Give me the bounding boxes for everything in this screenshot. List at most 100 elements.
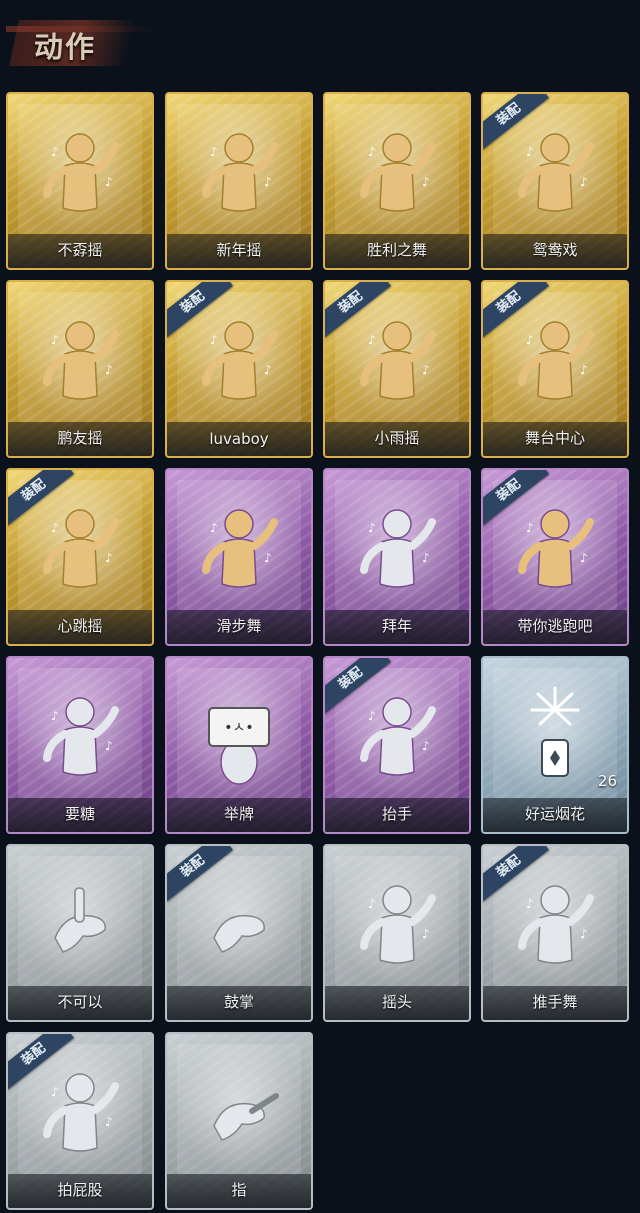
dance-figure-icon: ♪ ♪ xyxy=(510,492,600,602)
svg-text:♪: ♪ xyxy=(580,927,588,941)
svg-text:♪: ♪ xyxy=(264,551,272,565)
firework-icon xyxy=(510,680,600,790)
svg-text:♪: ♪ xyxy=(526,521,534,535)
svg-text:♪: ♪ xyxy=(210,333,218,347)
emote-card[interactable]: •ㅅ• 举牌 xyxy=(165,656,313,834)
card-label: luvaboy xyxy=(209,430,269,448)
card-label: 鼓掌 xyxy=(223,993,254,1011)
card-label: 舞台中心 xyxy=(524,429,585,447)
emote-card[interactable]: ♪ ♪ luvaboy 装配 xyxy=(165,280,313,458)
svg-text:♪: ♪ xyxy=(368,145,376,159)
point-hand-icon xyxy=(194,1056,284,1166)
svg-text:♪: ♪ xyxy=(264,175,272,189)
item-count: 26 xyxy=(597,772,617,790)
svg-text:♪: ♪ xyxy=(105,739,113,753)
card-label: 推手舞 xyxy=(532,993,578,1011)
card-label: 好运烟花 xyxy=(524,805,585,823)
svg-text:♪: ♪ xyxy=(210,521,218,535)
dance-figure-icon: ♪ ♪ xyxy=(35,116,125,226)
push-dance-figure-icon: ♪ ♪ xyxy=(510,868,600,978)
card-label: 抬手 xyxy=(381,805,412,823)
dance-figure-icon: ♪ ♪ xyxy=(352,304,442,414)
svg-text:♪: ♪ xyxy=(105,1115,113,1129)
svg-text:♪: ♪ xyxy=(51,521,59,535)
dance-figure-icon: ♪ ♪ xyxy=(35,492,125,602)
emote-card[interactable]: 好运烟花 26 xyxy=(481,656,629,834)
card-label: 举牌 xyxy=(223,805,254,823)
svg-text:♪: ♪ xyxy=(51,333,59,347)
svg-text:♪: ♪ xyxy=(51,145,59,159)
card-label: 摇头 xyxy=(381,993,412,1011)
emote-card[interactable]: ♪ ♪ 推手舞 装配 xyxy=(481,844,629,1022)
emote-card[interactable]: ♪ ♪ 鹏友摇 xyxy=(6,280,154,458)
emote-card[interactable]: 指 xyxy=(165,1032,313,1210)
section-header: 动作 xyxy=(0,10,200,70)
svg-text:♪: ♪ xyxy=(580,551,588,565)
finger-wag-icon xyxy=(35,868,125,978)
sign-figure-icon: •ㅅ• xyxy=(194,680,284,790)
svg-text:♪: ♪ xyxy=(526,145,534,159)
emote-card[interactable]: 鼓掌 装配 xyxy=(165,844,313,1022)
emote-card[interactable]: ♪ ♪ 抬手 装配 xyxy=(323,656,471,834)
svg-text:♪: ♪ xyxy=(368,333,376,347)
svg-text:♪: ♪ xyxy=(105,363,113,377)
svg-text:♪: ♪ xyxy=(264,363,272,377)
emote-card[interactable]: ♪ ♪ 心跳摇 装配 xyxy=(6,468,154,646)
card-label: 不可以 xyxy=(57,993,103,1011)
card-label: 鸳鸯戏 xyxy=(532,241,578,259)
emote-card[interactable]: ♪ ♪ 摇头 xyxy=(323,844,471,1022)
dance-figure-icon: ♪ ♪ xyxy=(194,116,284,226)
bow-figure-icon: ♪ ♪ xyxy=(352,492,442,602)
dance-figure-icon: ♪ ♪ xyxy=(194,492,284,602)
card-label: 要糖 xyxy=(64,805,95,823)
svg-text:♪: ♪ xyxy=(422,551,430,565)
svg-text:♪: ♪ xyxy=(368,521,376,535)
emote-card[interactable]: 不可以 xyxy=(6,844,154,1022)
card-label: 滑步舞 xyxy=(216,617,262,635)
svg-text:♪: ♪ xyxy=(422,739,430,753)
emote-card[interactable]: ♪ ♪ 不孬摇 xyxy=(6,92,154,270)
svg-text:♪: ♪ xyxy=(422,927,430,941)
svg-text:♪: ♪ xyxy=(210,145,218,159)
dance-figure-icon: ♪ ♪ xyxy=(194,304,284,414)
svg-text:♪: ♪ xyxy=(368,897,376,911)
card-label: 带你逃跑吧 xyxy=(517,617,593,635)
card-label: 心跳摇 xyxy=(57,617,103,635)
reach-figure-icon: ♪ ♪ xyxy=(35,680,125,790)
svg-text:♪: ♪ xyxy=(51,1085,59,1099)
svg-text:♪: ♪ xyxy=(105,175,113,189)
emote-card[interactable]: ♪ ♪ 带你逃跑吧 装配 xyxy=(481,468,629,646)
emote-card[interactable]: ♪ ♪ 滑步舞 xyxy=(165,468,313,646)
card-label: 不孬摇 xyxy=(57,241,103,259)
dance-figure-icon: ♪ ♪ xyxy=(35,304,125,414)
svg-text:♪: ♪ xyxy=(526,897,534,911)
card-label: 鹏友摇 xyxy=(57,429,103,447)
slap-figure-icon: ♪ ♪ xyxy=(35,1056,125,1166)
svg-text:♪: ♪ xyxy=(580,363,588,377)
svg-text:•ㅅ•: •ㅅ• xyxy=(224,720,253,736)
card-label: 拜年 xyxy=(381,617,412,635)
svg-text:♪: ♪ xyxy=(580,175,588,189)
emote-card[interactable]: ♪ ♪ 胜利之舞 xyxy=(323,92,471,270)
svg-text:♪: ♪ xyxy=(368,709,376,723)
card-label: 新年摇 xyxy=(216,241,262,259)
card-label: 小雨摇 xyxy=(374,429,420,447)
emote-card[interactable]: ♪ ♪ 舞台中心 装配 xyxy=(481,280,629,458)
clap-icon xyxy=(194,868,284,978)
svg-text:♪: ♪ xyxy=(51,709,59,723)
emote-card[interactable]: ♪ ♪ 新年摇 xyxy=(165,92,313,270)
dance-figure-icon: ♪ ♪ xyxy=(510,304,600,414)
emote-card[interactable]: ♪ ♪ 拜年 xyxy=(323,468,471,646)
emote-card[interactable]: ♪ ♪ 拍屁股 装配 xyxy=(6,1032,154,1210)
emote-card[interactable]: ♪ ♪ 小雨摇 装配 xyxy=(323,280,471,458)
emote-card[interactable]: ♪ ♪ 要糖 xyxy=(6,656,154,834)
emote-card[interactable]: ♪ ♪ 鸳鸯戏 装配 xyxy=(481,92,629,270)
head-shake-figure-icon: ♪ ♪ xyxy=(352,868,442,978)
svg-text:♪: ♪ xyxy=(422,363,430,377)
dance-figure-icon: ♪ ♪ xyxy=(510,116,600,226)
dance-figure-icon: ♪ ♪ xyxy=(352,116,442,226)
card-label: 胜利之舞 xyxy=(366,241,427,259)
raise-hand-figure-icon: ♪ ♪ xyxy=(352,680,442,790)
card-label: 拍屁股 xyxy=(57,1181,103,1199)
svg-text:♪: ♪ xyxy=(422,175,430,189)
